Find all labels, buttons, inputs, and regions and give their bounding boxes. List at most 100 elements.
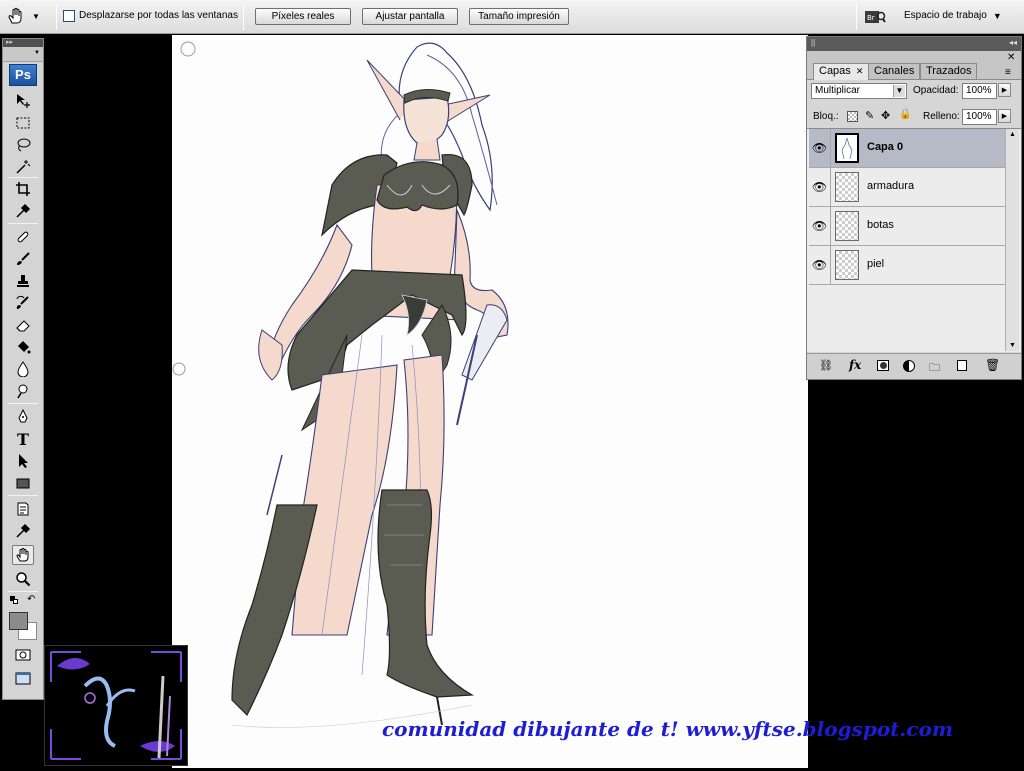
print-size-button[interactable]: Tamaño impresión [469, 8, 569, 25]
tab-layers[interactable]: Capas ✕ [813, 63, 870, 80]
pen-tool[interactable] [12, 407, 34, 427]
marquee-tool[interactable] [12, 113, 34, 133]
clone-stamp-tool[interactable] [12, 271, 34, 291]
scroll-down-icon[interactable]: ▼ [1009, 342, 1016, 349]
actual-pixels-button[interactable]: Píxeles reales [255, 8, 351, 25]
drop-icon [17, 361, 29, 377]
close-panel-icon[interactable]: ✕ [1007, 52, 1015, 63]
opacity-slider-button[interactable]: ▶ [998, 83, 1011, 97]
layer-row-armadura[interactable]: 👁 armadura [809, 168, 1005, 207]
magic-wand-tool[interactable] [12, 157, 34, 177]
scroll-up-icon[interactable]: ▲ [1009, 131, 1016, 138]
panel-footer: ⛓ fx 🗀 🗑 [807, 353, 1021, 379]
lock-pixels-icon[interactable]: ✎ [865, 109, 874, 122]
lock-all-icon[interactable]: 🔒 [899, 109, 911, 120]
folder-icon[interactable]: 🗀 [929, 359, 940, 378]
blur-tool[interactable] [12, 359, 34, 379]
path-selection-tool[interactable] [12, 451, 34, 471]
document-canvas[interactable] [172, 35, 808, 768]
visibility-toggle[interactable]: 👁 [809, 168, 831, 206]
layers-scrollbar[interactable]: ▲ ▼ [1005, 129, 1019, 351]
layer-row-botas[interactable]: 👁 botas [809, 207, 1005, 246]
opacity-input[interactable]: 100% [962, 83, 997, 99]
lock-position-icon[interactable]: ✥ [881, 109, 890, 122]
visibility-toggle[interactable]: 👁 [809, 246, 831, 284]
foreground-color-swatch[interactable] [9, 612, 28, 630]
svg-text:Br: Br [867, 14, 875, 22]
dodge-tool[interactable] [12, 381, 34, 401]
tab-paths[interactable]: Trazados [920, 63, 978, 79]
bridge-icon[interactable]: Br [864, 8, 886, 26]
default-colors-icon[interactable] [10, 596, 18, 604]
rectangle-icon [16, 478, 30, 489]
eyedropper-icon [16, 203, 31, 218]
layer-thumbnail [835, 250, 859, 280]
trash-icon[interactable]: 🗑 [985, 358, 1000, 372]
screen-mode-button[interactable] [12, 669, 34, 689]
opacity-label: Opacidad: [913, 85, 959, 96]
layer-row-piel[interactable]: 👁 piel [809, 246, 1005, 285]
fit-screen-button[interactable]: Ajustar pantalla [362, 8, 458, 25]
lock-label: Bloq.: [813, 111, 839, 122]
eye-icon: 👁 [811, 258, 828, 272]
panel-menu-icon[interactable]: ≡ [1005, 67, 1011, 78]
scroll-all-windows-label: Desplazarse por todas las ventanas [79, 10, 238, 21]
eraser-tool[interactable] [12, 315, 34, 335]
toolbox-header[interactable]: ▸▸ [3, 39, 43, 47]
color-sampler-tool[interactable] [12, 521, 34, 541]
tool-preset-picker[interactable]: ▼ [6, 4, 52, 28]
quick-mask-button[interactable] [12, 645, 34, 665]
magic-wand-icon [16, 160, 31, 174]
magnifier-icon [16, 572, 31, 587]
tab-label: Canales [874, 65, 915, 77]
fx-icon[interactable]: fx [849, 358, 861, 372]
notes-tool[interactable] [12, 499, 34, 519]
adjustment-icon[interactable] [903, 360, 915, 372]
paint-bucket-tool[interactable] [12, 337, 34, 357]
eye-icon: 👁 [811, 219, 828, 233]
rectangle-tool[interactable] [12, 473, 34, 493]
watermark-logo [44, 645, 188, 766]
layer-row-capa-0[interactable]: 👁 Capa 0 [809, 129, 1005, 168]
scroll-all-windows-checkbox[interactable] [63, 10, 75, 22]
fill-slider-button[interactable]: ▶ [998, 109, 1011, 123]
move-tool[interactable] [12, 91, 34, 111]
photoshop-logo[interactable]: Ps [9, 64, 37, 86]
hand-icon [16, 548, 29, 562]
blend-mode-select[interactable]: Multiplicar ▼ [811, 83, 907, 99]
brush-tool[interactable] [12, 249, 34, 269]
crop-tool[interactable] [12, 179, 34, 199]
screen-mode-icon [15, 672, 31, 685]
workspace-label: Espacio de trabajo [904, 10, 987, 21]
hand-tool[interactable] [12, 545, 34, 565]
panel-header[interactable]: || ◂◂ [807, 37, 1021, 51]
mask-icon[interactable] [877, 360, 889, 371]
new-layer-icon[interactable] [957, 360, 967, 371]
healing-brush-tool[interactable] [12, 227, 34, 247]
layer-name: piel [867, 258, 885, 270]
tab-label: Capas [819, 65, 851, 77]
eyedropper-tool[interactable] [12, 201, 34, 221]
lasso-tool[interactable] [12, 135, 34, 155]
pen-icon [18, 409, 28, 423]
swap-colors-icon[interactable]: ↶ [27, 594, 35, 605]
zoom-tool[interactable] [12, 569, 34, 589]
history-brush-tool[interactable] [12, 293, 34, 313]
visibility-toggle[interactable]: 👁 [809, 129, 831, 167]
type-icon: T [17, 429, 29, 449]
eyedropper-icon [16, 523, 31, 538]
toolbox-drag-bar[interactable]: ▼ [3, 47, 43, 62]
visibility-toggle[interactable]: 👁 [809, 207, 831, 245]
marquee-icon [16, 117, 30, 129]
layer-name: Capa 0 [867, 141, 904, 153]
link-icon[interactable]: ⛓ [819, 359, 833, 372]
fill-input[interactable]: 100% [962, 109, 997, 125]
lock-transparency-icon[interactable] [847, 111, 858, 122]
blend-mode-value: Multiplicar [815, 85, 861, 96]
layer-list: 👁 Capa 0 👁 armadura 👁 botas 👁 piel ▲ ▼ [807, 128, 1021, 352]
brush-icon [17, 252, 30, 265]
tab-channels[interactable]: Canales [868, 63, 921, 79]
close-tab-icon[interactable]: ✕ [856, 66, 864, 76]
type-tool[interactable]: T [12, 429, 34, 449]
workspace-menu[interactable]: Espacio de trabajo ▼ [904, 10, 1002, 21]
